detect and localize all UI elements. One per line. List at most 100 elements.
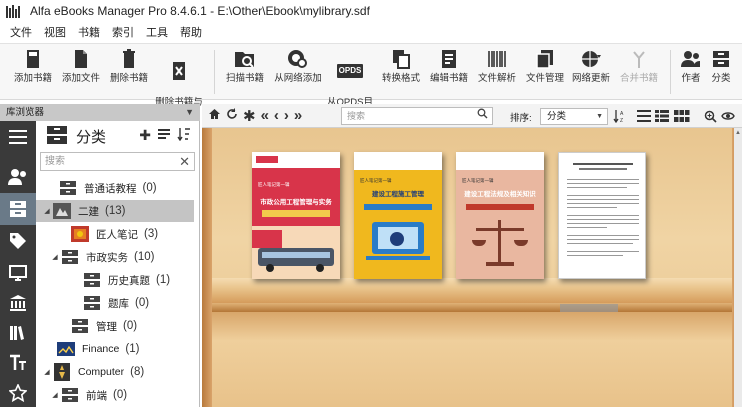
tree-item[interactable]: 题库 (0)	[36, 292, 194, 314]
tree-item[interactable]: ◢ 前端 (0)	[36, 384, 194, 406]
authors-nav-icon[interactable]	[0, 161, 36, 193]
tree-item[interactable]: 管理 (0)	[36, 315, 194, 337]
categories-icon	[710, 48, 732, 70]
file-manage-icon	[534, 48, 556, 70]
tree-item[interactable]: 匠人笔记 (3)	[36, 223, 194, 245]
tree-item-label: Computer	[78, 366, 125, 378]
last-page-icon[interactable]: »	[294, 107, 302, 124]
scroll-up-icon[interactable]: ▲	[735, 130, 741, 136]
prev-page-icon[interactable]: ‹	[274, 107, 279, 124]
book-cover[interactable]	[558, 152, 646, 279]
clear-search-icon[interactable]: ✕	[179, 153, 190, 170]
shelf-vertical-scrollbar[interactable]: ▲	[734, 128, 742, 407]
tags-nav-icon[interactable]	[0, 225, 36, 257]
web-update-button[interactable]: 网络更新	[568, 48, 614, 85]
web-update-icon	[580, 48, 602, 70]
category-image-icon	[52, 363, 72, 381]
main-toolbar: 添加书籍 添加文件 删除书籍 删除书籍与 文件 扫描书籍 从网络添加 OPDS …	[0, 43, 742, 120]
shelf-scroll-thumb[interactable]	[560, 304, 618, 312]
expand-toggle-icon[interactable]: ◢	[42, 368, 52, 376]
edit-book-button[interactable]: 编辑书籍	[426, 48, 472, 85]
menu-view[interactable]: 视图	[40, 24, 74, 40]
merge-books-button[interactable]: 合并书籍	[616, 48, 662, 85]
category-folder-icon	[58, 180, 78, 196]
book-cover[interactable]: 匠人笔记第一辑 市政公用工程管理与实务	[252, 152, 340, 279]
scan-books-button[interactable]: 扫描书籍	[222, 48, 268, 85]
home-icon[interactable]	[208, 107, 221, 124]
scan-books-label: 扫描书籍	[225, 73, 264, 84]
preview-eye-icon[interactable]	[720, 108, 736, 124]
devices-nav-icon[interactable]	[0, 257, 36, 289]
merge-icon	[628, 48, 650, 70]
tree-item[interactable]: 历史真题 (1)	[36, 269, 194, 291]
tree-item[interactable]: ◢ Computer (8)	[36, 361, 194, 383]
add-from-web-button[interactable]: 从网络添加	[272, 48, 324, 85]
list-view-icon[interactable]	[636, 108, 652, 124]
search-icon[interactable]	[477, 108, 488, 124]
library-nav-icon[interactable]	[0, 287, 36, 319]
category-panel: 分类 ✚ 搜索 ✕ 普通话教程 (0) ◢ 二建 (13) 匠人笔记 (3) ◢…	[36, 121, 200, 407]
menu-tools[interactable]: 工具	[142, 24, 176, 40]
tree-item[interactable]: ◢ 二建 (13)	[36, 200, 194, 222]
authors-button[interactable]: 作者	[676, 48, 706, 85]
delete-book-button[interactable]: 删除书籍	[106, 48, 152, 85]
first-page-icon[interactable]: «	[261, 107, 269, 124]
tree-item[interactable]: Finance (1)	[36, 338, 194, 360]
tree-item-count: (1)	[125, 343, 140, 355]
expand-toggle-icon[interactable]: ◢	[50, 391, 60, 399]
menu-file[interactable]: 文件	[6, 24, 40, 40]
file-parse-button[interactable]: 文件解析	[474, 48, 520, 85]
tree-item-label: 市政实务	[86, 251, 128, 264]
refresh-icon[interactable]	[226, 107, 238, 124]
tree-item-count: (3)	[144, 228, 159, 240]
asterisk-icon[interactable]: ✱	[243, 107, 256, 125]
book-title: 建设工程法规及相关知识	[464, 191, 536, 198]
convert-format-label: 转换格式	[381, 73, 420, 84]
grid-view-icon[interactable]	[674, 108, 690, 124]
hamburger-menu-icon[interactable]	[0, 121, 36, 153]
authors-icon	[680, 48, 702, 70]
add-from-web-label: 从网络添加	[274, 73, 322, 84]
series-nav-icon[interactable]	[0, 317, 36, 349]
tree-item[interactable]: 普通话教程 (0)	[36, 177, 194, 199]
file-manage-button[interactable]: 文件管理	[522, 48, 568, 85]
menu-books[interactable]: 书籍	[74, 24, 108, 40]
tree-item[interactable]: ◢ 市政实务 (10)	[36, 246, 194, 268]
scan-books-icon	[234, 48, 256, 70]
expand-toggle-icon[interactable]: ◢	[50, 253, 60, 261]
category-search-placeholder: 搜索	[45, 156, 65, 167]
add-file-button[interactable]: 添加文件	[58, 48, 104, 85]
shelf-lower-section	[212, 312, 732, 407]
book-cover[interactable]: 匠人笔记第一辑 建设工程施工管理	[354, 152, 442, 279]
categories-button[interactable]: 分类	[708, 48, 734, 85]
convert-format-button[interactable]: 转换格式	[378, 48, 424, 85]
menu-index[interactable]: 索引	[108, 24, 142, 40]
remove-category-icon[interactable]	[157, 127, 171, 144]
ratings-nav-icon[interactable]	[0, 377, 36, 407]
text-nav-icon[interactable]	[0, 347, 36, 379]
shelf-toolbar: ✱ « ‹ › » 搜索 排序: 分类 ▼ AZ	[202, 104, 742, 128]
expand-toggle-icon[interactable]: ◢	[42, 207, 52, 215]
book-cover[interactable]: 匠人笔记第一辑 建设工程法规及相关知识	[456, 152, 544, 279]
chevron-down-icon[interactable]: ▼	[185, 104, 194, 121]
navigator-strip	[0, 121, 36, 407]
category-search-input[interactable]: 搜索 ✕	[40, 152, 195, 171]
tree-item-label: 历史真题	[108, 274, 150, 287]
book-series-label: 匠人笔记第一辑	[258, 182, 290, 187]
next-page-icon[interactable]: ›	[284, 107, 289, 124]
zoom-icon[interactable]	[702, 108, 718, 124]
sort-direction-icon[interactable]: AZ	[612, 108, 628, 124]
tree-item-label: 题库	[108, 297, 129, 310]
book-search-input[interactable]: 搜索	[341, 107, 493, 125]
sort-category-icon[interactable]	[177, 127, 191, 144]
categories-nav-icon[interactable]	[0, 193, 36, 225]
library-browser-header: 库浏览器 ▼	[0, 104, 200, 121]
detail-view-icon[interactable]	[654, 108, 670, 124]
category-folder-icon	[60, 387, 80, 403]
menu-help[interactable]: 帮助	[176, 24, 210, 40]
sort-dropdown[interactable]: 分类 ▼	[540, 108, 608, 125]
app-logo-icon	[6, 4, 22, 18]
tree-item-count: (0)	[142, 182, 157, 194]
add-book-button[interactable]: 添加书籍	[10, 48, 56, 85]
add-category-icon[interactable]: ✚	[139, 127, 151, 144]
